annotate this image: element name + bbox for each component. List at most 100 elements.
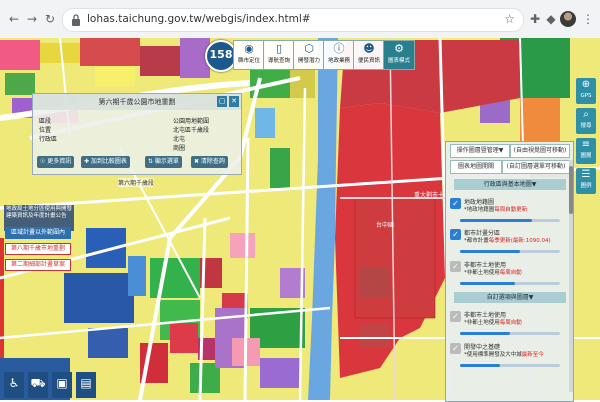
url-text: lohas.taichung.gov.tw/webgis/index.html# <box>87 13 311 25</box>
layer-tabs: 圖表地圖開關 (自訂圖層選單可移動) <box>446 158 573 174</box>
layers-button[interactable]: ≡ 圖層 <box>576 138 596 164</box>
tool-label: 開發潛力 <box>297 58 320 64</box>
note-highlight: 每季更新(最新:1090.04) <box>488 238 551 244</box>
checkbox[interactable]: ✓ <box>450 261 461 272</box>
row-value: 商圈 <box>173 145 186 152</box>
cube-icon: ⬡ <box>304 42 314 55</box>
section-custom[interactable]: 自訂選項與圖層▼ <box>454 292 566 303</box>
tab-layer-manage[interactable]: 操作圖層暨管理▼ <box>450 144 510 158</box>
add-compare-button[interactable]: ✚ 加到比較圖表 <box>81 156 130 168</box>
checkbox[interactable]: ✓ <box>450 229 461 240</box>
car-icon[interactable]: ⛟ <box>28 372 48 398</box>
lock-icon <box>72 14 80 26</box>
reload-icon[interactable]: ↻ <box>42 11 58 27</box>
layer-note: *非都土地使用每周自動 <box>464 318 522 326</box>
gps-icon: ⊕ <box>581 79 591 90</box>
legend-icon: ☰ <box>581 169 591 180</box>
opacity-slider[interactable] <box>460 219 560 222</box>
note-text: *都市計畫 <box>464 238 489 244</box>
checkbox[interactable]: ✓ <box>450 198 461 209</box>
row-value: 北屯 <box>173 136 186 143</box>
note-highlight: 每周自動 <box>499 320 522 326</box>
more-info-button[interactable]: ☉ 更多資訊 <box>37 156 75 168</box>
gps-button[interactable]: ⊕ GPS <box>576 78 596 104</box>
checkbox[interactable]: ✓ <box>450 343 461 354</box>
tool-nav-button[interactable]: ▯ 導航查詢 <box>263 40 295 70</box>
search-button[interactable]: ⌕ 搜尋 <box>576 108 596 134</box>
opacity-slider[interactable] <box>460 332 560 335</box>
close-icon[interactable]: ✕ <box>229 96 239 107</box>
query-row: 區段 公園用地範圍 <box>37 116 237 125</box>
tool-locate-button[interactable]: ◉ 縣市定位 <box>233 40 265 70</box>
note-text: *使用標準開發及大中城 <box>464 352 522 358</box>
tool-label: 導航查詢 <box>267 58 290 64</box>
tab-chart-toggle[interactable]: 圖表地圖開關 <box>450 160 502 174</box>
checkbox[interactable]: ✓ <box>450 311 461 322</box>
tool-info-button[interactable]: ☻ 便民資訊 <box>353 40 385 70</box>
tab-custom-menu[interactable]: (自訂圖層選單可移動) <box>502 160 570 174</box>
browser-toolbar: ← → ↻ lohas.taichung.gov.tw/webgis/index… <box>0 0 600 39</box>
puzzle-icon[interactable]: ✚ <box>527 11 543 27</box>
tool-land-button[interactable]: ⓘ 地政業務 <box>323 40 355 70</box>
note-text: *地政地籍圖 <box>464 207 495 213</box>
opacity-slider[interactable] <box>460 364 560 367</box>
tool-label: 便民資訊 <box>357 58 380 64</box>
section-admin[interactable]: 行政區與基本地圖▼ <box>454 179 566 190</box>
side-label: 圖例 <box>580 183 592 189</box>
user-icon: ☻ <box>363 42 375 55</box>
query-row: 商圈 <box>37 143 237 152</box>
query-row: 行政區 北屯 <box>37 134 237 143</box>
legend-button[interactable]: ☰ 圖例 <box>576 168 596 194</box>
note-text: *非都土地使用 <box>464 320 500 326</box>
row-key: 區段 <box>39 118 52 125</box>
layer-note: *使用標準開發及大中城最新至今 <box>464 350 544 358</box>
layer-note: *非都土地使用每周自動 <box>464 268 522 276</box>
opacity-slider[interactable] <box>460 282 560 285</box>
tool-chart-button[interactable]: ⚙ 圖表模式 <box>383 40 415 70</box>
menu-icon[interactable]: ⋮ <box>580 11 596 27</box>
show-menu-button[interactable]: ⇅ 顯示選單 <box>145 156 182 168</box>
tab-free-view[interactable]: (自由視覺圖可移動) <box>510 144 570 158</box>
panel-minimize-icon[interactable]: ▢ <box>217 96 227 107</box>
layers-icon: ≡ <box>581 139 591 150</box>
note-highlight: 每周自動更新 <box>494 207 528 213</box>
phone-icon: ▯ <box>275 42 283 55</box>
row-value: 公園用地範圍 <box>173 118 210 125</box>
side-label: 搜尋 <box>580 123 592 129</box>
tool-label: 地政業務 <box>327 58 350 64</box>
side-label: GPS <box>580 93 592 99</box>
query-panel-title: 第六期千歲公園市地重劃 <box>33 94 241 110</box>
star-icon[interactable]: ☆ <box>504 12 515 26</box>
avatar[interactable] <box>560 11 576 27</box>
forward-icon[interactable]: → <box>24 11 40 27</box>
layer-panel: 操作圖層暨管理▼ (自由視覺圖可移動) 圖表地圖開關 (自訂圖層選單可移動) 行… <box>445 141 574 402</box>
tool-label: 圖表模式 <box>387 58 410 64</box>
gear-icon: ⚙ <box>394 42 404 55</box>
layer-panel-scrollbar[interactable] <box>569 160 573 392</box>
document-icon[interactable]: ▤ <box>76 372 96 398</box>
tool-potential-button[interactable]: ⬡ 開發潛力 <box>293 40 325 70</box>
query-row: 位置 北屯區千歲段 <box>37 125 237 134</box>
extensions-icon[interactable]: ◆ <box>543 11 559 27</box>
plan-chip[interactable]: 第八期千歲市地重劃 <box>5 243 71 255</box>
address-bar[interactable]: lohas.taichung.gov.tw/webgis/index.html#… <box>62 8 524 32</box>
note-highlight: 每周自動 <box>499 270 522 276</box>
bus-icon[interactable]: ▣ <box>52 372 72 398</box>
opacity-slider[interactable] <box>460 250 560 253</box>
tool-label: 縣市定位 <box>237 58 260 64</box>
row-value: 北屯區千歲段 <box>173 127 210 134</box>
map-label: 台中國 <box>376 222 395 229</box>
accessible-icon[interactable]: ♿ <box>4 372 24 398</box>
layer-tabs: 操作圖層暨管理▼ (自由視覺圖可移動) <box>446 142 573 158</box>
layer-note: *地政地籍圖每周自動更新 <box>464 205 527 213</box>
pin-icon: ◉ <box>244 42 254 55</box>
note-text: *非都土地使用 <box>464 270 500 276</box>
clear-query-button[interactable]: ✖ 清除查詢 <box>191 156 228 168</box>
info-icon: ⓘ <box>333 42 345 55</box>
plan-chip[interactable]: 區域計畫以外範圍內 <box>5 227 71 239</box>
map-label: 第六期千歲段 <box>118 178 155 187</box>
plan-chip[interactable]: 第二期細部計畫草案 <box>5 259 71 271</box>
back-icon[interactable]: ← <box>6 11 22 27</box>
note-highlight: 最新至今 <box>521 352 544 358</box>
layer-note: *都市計畫每季更新(最新:1090.04) <box>464 236 551 244</box>
